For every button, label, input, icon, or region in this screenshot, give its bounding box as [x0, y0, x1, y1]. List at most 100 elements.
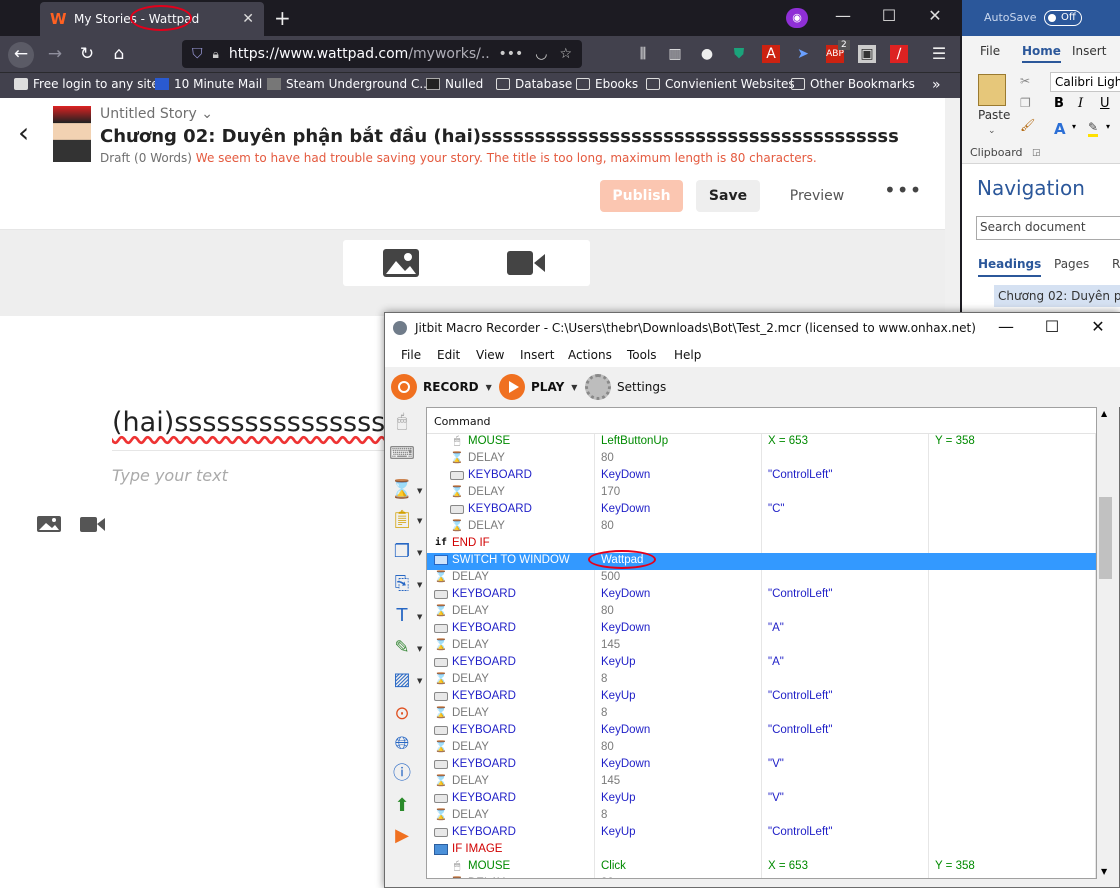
chevron-right-icon[interactable]: »: [932, 77, 941, 93]
close-icon[interactable]: ✕: [242, 11, 254, 27]
run-macro-command-icon[interactable]: ▶: [389, 823, 415, 849]
bookmark-folder[interactable]: Ebooks: [576, 77, 638, 91]
command-row[interactable]: ⌛ DELAY 145: [427, 638, 1096, 655]
maximize-button[interactable]: ☐: [866, 6, 912, 25]
chevron-down-icon[interactable]: ▾: [1106, 122, 1110, 131]
command-row[interactable]: ⌛ DELAY 80: [427, 519, 1096, 536]
scroll-down-icon[interactable]: ▼: [1101, 867, 1107, 876]
command-row[interactable]: KEYBOARD KeyUp "ControlLeft": [427, 825, 1096, 842]
noscript-icon[interactable]: ∕: [890, 45, 908, 63]
command-row[interactable]: if END IF: [427, 536, 1096, 553]
paste-label[interactable]: Paste: [978, 108, 1010, 122]
menu-insert[interactable]: Insert: [520, 348, 554, 362]
copy-icon[interactable]: ❐: [1020, 96, 1031, 110]
column-header[interactable]: Command: [427, 408, 1096, 434]
back-button[interactable]: ←: [8, 42, 34, 68]
font-name-select[interactable]: Calibri Light: [1050, 72, 1120, 92]
preview-button[interactable]: Preview: [780, 180, 854, 212]
bookmark-folder[interactable]: Convienient Websites: [646, 77, 795, 91]
settings-button[interactable]: Settings: [585, 373, 666, 401]
vpn-extension-icon[interactable]: ⛊: [730, 45, 748, 63]
chevron-down-icon[interactable]: ▾: [1072, 122, 1076, 131]
sidebar-icon[interactable]: ▥: [666, 45, 684, 63]
home-button[interactable]: ⌂: [106, 42, 132, 68]
bookmark-item[interactable]: Steam Underground C...: [267, 77, 431, 91]
command-row[interactable]: ⌛ DELAY 170: [427, 485, 1096, 502]
menu-tools[interactable]: Tools: [627, 348, 657, 362]
command-row[interactable]: KEYBOARD KeyUp "A": [427, 655, 1096, 672]
story-name-dropdown[interactable]: Untitled Story ⌄: [100, 106, 213, 122]
menu-view[interactable]: View: [476, 348, 504, 362]
tab-file[interactable]: File: [980, 44, 1000, 58]
bookmark-folder[interactable]: Database: [496, 77, 572, 91]
chevron-down-icon[interactable]: ▼: [571, 383, 577, 392]
window-command-icon[interactable]: ❐ ▼: [389, 539, 422, 565]
pocket-icon[interactable]: ◡: [535, 46, 547, 62]
command-row[interactable]: 🖱︎ MOUSE Click X = 653 Y = 358: [427, 859, 1096, 876]
command-row[interactable]: ⌛ DELAY 80: [427, 604, 1096, 621]
command-row[interactable]: KEYBOARD KeyDown "V": [427, 757, 1096, 774]
menu-icon[interactable]: ☰: [930, 45, 948, 63]
command-row[interactable]: ⌛ DELAY 8: [427, 672, 1096, 689]
command-list[interactable]: Command 🖱︎ MOUSE LeftButtonUp X = 653 Y = 35…: [426, 407, 1097, 879]
close-button[interactable]: ✕: [1075, 317, 1120, 336]
bookmark-item[interactable]: 10 Minute Mail: [155, 77, 262, 91]
play-button[interactable]: PLAY ▼: [499, 373, 577, 401]
command-row[interactable]: KEYBOARD KeyDown "A": [427, 621, 1096, 638]
web-command-icon[interactable]: 🌐︎: [389, 731, 415, 757]
bookmark-item[interactable]: Nulled: [426, 77, 483, 91]
publish-button[interactable]: Publish: [600, 180, 683, 212]
tab-home[interactable]: Home: [1022, 44, 1061, 63]
text-effects-icon[interactable]: A: [1054, 120, 1066, 138]
insert-video-icon[interactable]: [80, 514, 106, 534]
scroll-thumb[interactable]: [1099, 497, 1112, 579]
image-icon[interactable]: [383, 249, 419, 277]
story-cover[interactable]: [53, 106, 91, 162]
command-row[interactable]: ⌛ DELAY 145: [427, 774, 1096, 791]
mouse-command-icon[interactable]: 🖱︎: [389, 409, 415, 435]
tab-pages[interactable]: Pages: [1054, 257, 1089, 271]
more-options-icon[interactable]: •••: [884, 178, 922, 202]
bookmark-item[interactable]: Free login to any site: [14, 77, 159, 91]
menu-help[interactable]: Help: [674, 348, 701, 362]
copy-command-icon[interactable]: ⎘ ▼: [389, 571, 423, 597]
command-row[interactable]: KEYBOARD KeyDown "ControlLeft": [427, 468, 1096, 485]
paste-icon[interactable]: [978, 74, 1006, 106]
chevron-down-icon[interactable]: ▼: [486, 383, 492, 392]
tab-headings[interactable]: Headings: [978, 257, 1042, 277]
vertical-scrollbar[interactable]: ▲ ▼: [1097, 407, 1114, 879]
tab-results[interactable]: Re: [1112, 257, 1120, 271]
tab-insert[interactable]: Insert: [1072, 44, 1106, 58]
url-bar[interactable]: ⛉ 🔒︎ https://www.wattpad.com/myworks/...…: [182, 40, 582, 68]
command-row[interactable]: IF IMAGE: [427, 842, 1096, 859]
record-button[interactable]: RECORD ▼: [391, 373, 492, 401]
horizontal-scrollbar[interactable]: [426, 879, 1097, 887]
dialog-launcher-icon[interactable]: ◲: [1032, 148, 1041, 158]
clipboard-command-icon[interactable]: 📋︎ ▼: [389, 507, 423, 533]
command-row[interactable]: KEYBOARD KeyDown "ControlLeft": [427, 587, 1096, 604]
maximize-button[interactable]: ☐: [1029, 317, 1075, 336]
command-row[interactable]: KEYBOARD KeyUp "ControlLeft": [427, 689, 1096, 706]
bookmark-folder[interactable]: Other Bookmarks: [791, 77, 915, 91]
extension-icon[interactable]: ▣: [858, 45, 876, 63]
video-icon[interactable]: [507, 251, 545, 275]
autosave-toggle[interactable]: Off: [1044, 10, 1082, 26]
italic-icon[interactable]: I: [1078, 96, 1083, 111]
editor-body[interactable]: Type your text: [112, 466, 228, 485]
text-command-icon[interactable]: T ▼: [389, 603, 423, 629]
command-row[interactable]: ⌛ DELAY 80: [427, 740, 1096, 757]
minimize-button[interactable]: —: [983, 317, 1029, 336]
menu-file[interactable]: File: [401, 348, 421, 362]
command-row[interactable]: KEYBOARD KeyDown "ControlLeft": [427, 723, 1096, 740]
command-row[interactable]: 🖱︎ MOUSE LeftButtonUp X = 653 Y = 358: [427, 434, 1096, 451]
menu-edit[interactable]: Edit: [437, 348, 460, 362]
account-icon[interactable]: ●: [698, 45, 716, 63]
cut-icon[interactable]: ✂: [1020, 74, 1030, 88]
command-row[interactable]: KEYBOARD KeyUp "V": [427, 791, 1096, 808]
close-window-button[interactable]: ✕: [912, 6, 958, 25]
command-row[interactable]: ⌛ DELAY 500: [427, 570, 1096, 587]
page-actions-icon[interactable]: •••: [498, 46, 523, 62]
save-button[interactable]: Save: [696, 180, 760, 212]
command-row[interactable]: ⌛ DELAY 8: [427, 808, 1096, 825]
format-painter-icon[interactable]: 🖌︎: [1020, 118, 1035, 132]
